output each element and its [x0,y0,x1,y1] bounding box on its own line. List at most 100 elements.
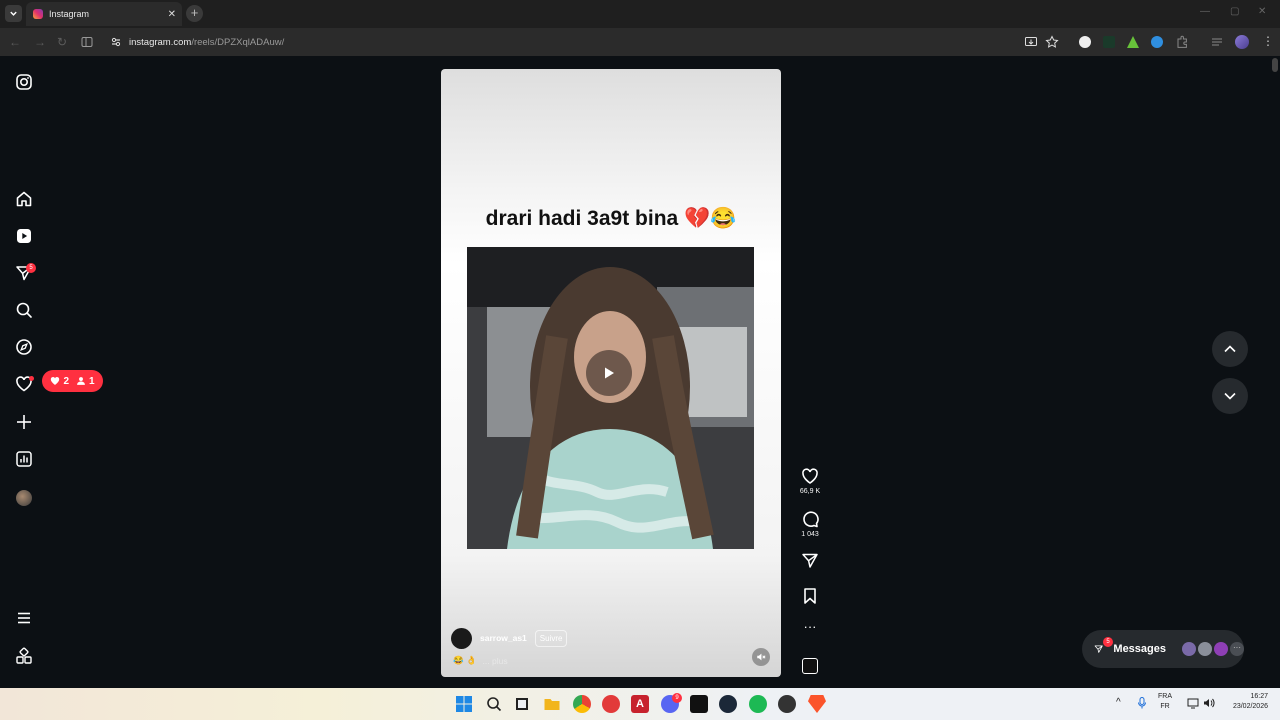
avatar [1198,642,1212,656]
mute-button[interactable] [752,648,770,666]
browser-menu-icon[interactable]: ⋮ [1262,34,1274,48]
also-from-meta-icon[interactable] [15,647,33,665]
dashboard-icon[interactable] [15,450,33,468]
extensions-puzzle-icon[interactable] [1175,35,1189,49]
create-plus-icon[interactable] [15,413,33,431]
home-icon[interactable] [15,190,33,208]
site-info-icon[interactable] [109,35,123,49]
chevron-up-icon [1224,345,1236,353]
steam-icon[interactable] [719,695,737,713]
share-send-icon[interactable] [800,552,820,570]
next-reel-button[interactable] [1212,378,1248,414]
reel-video-frame[interactable] [467,247,754,549]
url-path: /reels/DPZXqlADAuw/ [191,36,285,48]
chevron-down-icon [10,11,17,16]
notification-dot [29,376,34,381]
spotify-icon[interactable] [749,695,767,713]
browser-tab[interactable]: Instagram ✕ [26,2,182,26]
comment-icon[interactable] [800,510,820,528]
capcut-icon[interactable] [690,695,708,713]
likes-count: 2 [63,375,69,387]
reload-icon[interactable]: ↻ [57,35,67,49]
extension-icon[interactable] [1103,36,1115,48]
tray-chevron-up-icon[interactable]: ^ [1116,697,1121,708]
language-indicator[interactable]: FRA FR [1158,692,1172,712]
minimize-icon[interactable]: — [1200,6,1210,17]
maximize-icon[interactable]: ▢ [1230,6,1239,17]
sidebar [0,56,48,688]
comment-count: 1 043 [801,531,819,538]
play-icon [605,367,614,379]
chevron-down-icon [1224,392,1236,400]
task-view-icon[interactable] [513,695,531,713]
microphone-icon[interactable] [1137,697,1147,709]
reel-player[interactable]: drari hadi 3a9t bina 💔😂 sarrow_as1 Suivr… [441,69,781,677]
network-icon[interactable] [1187,697,1199,709]
new-tab-button[interactable]: + [186,5,203,22]
tab-close-icon[interactable]: ✕ [168,9,176,20]
more-options-icon[interactable]: ··· [800,620,820,633]
author-username[interactable]: sarrow_as1 [480,633,527,643]
reading-list-icon[interactable] [1210,35,1224,49]
avatar [1182,642,1196,656]
clock[interactable]: 16:27 23/02/2026 [1224,692,1268,712]
tab-search-button[interactable] [5,5,22,22]
bookmark-star-icon[interactable] [1045,35,1059,49]
caption-more-link[interactable]: ... plus [483,656,508,666]
scrollbar-thumb[interactable] [1272,58,1278,72]
messages-count-badge: 5 [26,263,36,273]
like-count: 66,9 K [799,488,821,495]
clock-time: 16:27 [1250,693,1268,700]
messages-label: Messages [1113,643,1166,655]
instagram-favicon-icon [33,9,43,19]
volume-icon[interactable] [1203,697,1215,709]
avatar [1214,642,1228,656]
profile-avatar[interactable] [16,490,32,506]
windows-start-icon[interactable] [455,695,473,713]
adobe-icon[interactable]: A [631,695,649,713]
audio-thumbnail[interactable] [802,658,818,674]
video-frame-image [467,247,754,549]
heart-icon [51,377,60,385]
previous-reel-button[interactable] [1212,331,1248,367]
chrome-icon[interactable] [573,695,591,713]
search-icon[interactable] [15,301,33,319]
sidepanel-icon[interactable] [81,36,93,48]
play-button[interactable] [586,350,632,396]
opera-icon[interactable] [602,695,620,713]
direct-messages-icon [1094,645,1103,653]
keyboard-layout: FR [1160,703,1170,710]
caption-emojis: 😂 👌 [453,655,477,665]
reels-icon[interactable] [15,227,33,245]
instagram-logo-icon[interactable] [15,73,33,91]
tab-title: Instagram [49,9,90,19]
like-heart-icon[interactable] [800,467,820,485]
reel-caption: 😂 👌 ... plus [453,655,508,666]
forward-arrow-icon[interactable]: → [34,35,46,49]
app-icon[interactable] [778,695,796,713]
follows-count: 1 [89,375,95,387]
save-bookmark-icon[interactable] [800,587,820,605]
close-window-icon[interactable]: ✕ [1258,6,1266,17]
reel-overlay-text: drari hadi 3a9t bina 💔😂 [485,207,737,230]
language-code: FRA [1158,693,1172,700]
extension-icon[interactable] [1079,36,1091,48]
activity-popup[interactable]: 2 1 [42,370,103,392]
profile-avatar[interactable] [1235,35,1249,49]
extension-icon[interactable] [1151,36,1163,48]
address-bar[interactable]: instagram.com/reels/DPZXqlADAuw/ [104,32,984,52]
explore-compass-icon[interactable] [15,338,33,356]
author-avatar[interactable] [451,627,472,649]
install-app-icon[interactable] [1024,35,1038,49]
person-icon [77,377,85,385]
speaker-muted-icon [757,653,766,661]
clock-date: 23/02/2026 [1232,703,1268,710]
more-menu-icon[interactable] [15,609,33,627]
search-icon[interactable] [485,695,503,713]
messages-button[interactable]: Messages ··· [1082,630,1244,668]
discord-badge: 9 [672,693,682,703]
file-explorer-icon[interactable] [543,695,561,713]
reel-author-row: sarrow_as1 Suivre [451,627,568,649]
follow-button[interactable]: Suivre [534,629,568,647]
back-arrow-icon[interactable]: ← [9,35,21,49]
